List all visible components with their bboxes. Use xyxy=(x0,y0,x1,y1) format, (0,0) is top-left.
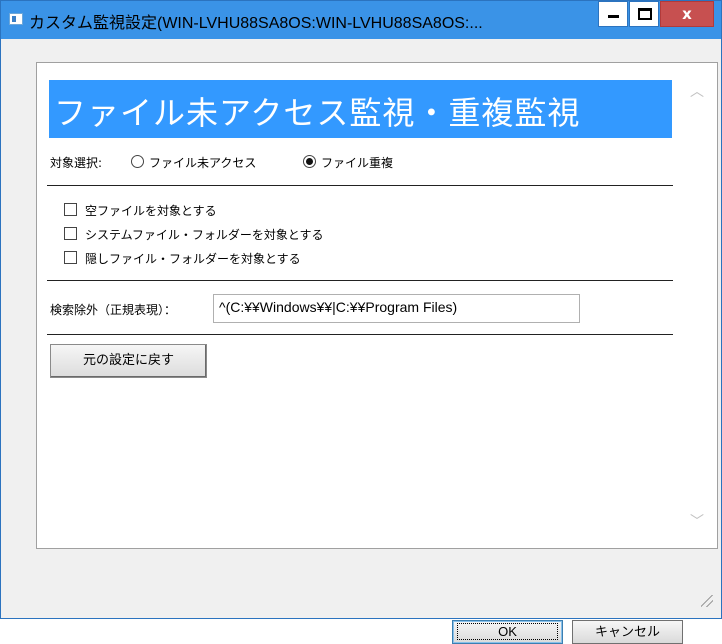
divider xyxy=(47,185,673,186)
radio-file-duplicate-label[interactable]: ファイル重複 xyxy=(321,154,393,171)
radio-file-duplicate[interactable] xyxy=(303,155,316,168)
header-banner: ファイル未アクセス監視・重複監視 xyxy=(49,80,672,138)
header-title: ファイル未アクセス監視・重複監視 xyxy=(54,94,581,132)
settings-panel: ファイル未アクセス監視・重複監視 ︿ ﹀ 対象選択: ファイル未アクセス ファイ… xyxy=(36,62,718,549)
divider xyxy=(47,334,673,335)
scroll-up-icon[interactable]: ︿ xyxy=(687,81,707,101)
checkbox-system-files-label[interactable]: システムファイル・フォルダーを対象とする xyxy=(85,226,324,243)
checkbox-system-files[interactable] xyxy=(64,227,77,240)
radio-file-unaccessed[interactable] xyxy=(131,155,144,168)
exclusion-label: 検索除外（正規表現）： xyxy=(50,303,177,317)
target-selection-label: 対象選択: xyxy=(50,156,103,170)
checkbox-hidden-files[interactable] xyxy=(64,251,77,264)
title-bar[interactable]: カスタム監視設定(WIN-LVHU88SA8OS:WIN-LVHU88SA8OS… xyxy=(1,1,721,39)
ok-button[interactable]: OK xyxy=(452,620,563,644)
checkbox-empty-files-label[interactable]: 空ファイルを対象とする xyxy=(85,202,217,219)
exclusion-regex-input[interactable]: ^(C:¥¥Windows¥¥|C:¥¥Program Files) xyxy=(213,294,580,323)
close-button[interactable]: x xyxy=(660,1,714,27)
divider xyxy=(47,280,673,281)
resize-grip-icon[interactable] xyxy=(701,595,713,607)
dialog-client-area: ファイル未アクセス監視・重複監視 ︿ ﹀ 対象選択: ファイル未アクセス ファイ… xyxy=(7,39,718,644)
checkbox-hidden-files-label[interactable]: 隠しファイル・フォルダーを対象とする xyxy=(85,250,301,267)
maximize-button[interactable] xyxy=(629,1,659,27)
app-window-icon xyxy=(9,13,23,25)
scroll-down-icon[interactable]: ﹀ xyxy=(687,511,707,531)
ok-button-label: OK xyxy=(457,623,558,640)
reset-to-default-button[interactable]: 元の設定に戻す xyxy=(50,344,207,378)
minimize-button[interactable] xyxy=(598,1,628,27)
cancel-button[interactable]: キャンセル xyxy=(572,620,683,644)
dialog-window: カスタム監視設定(WIN-LVHU88SA8OS:WIN-LVHU88SA8OS… xyxy=(0,0,722,644)
checkbox-empty-files[interactable] xyxy=(64,203,77,216)
window-title: カスタム監視設定(WIN-LVHU88SA8OS:WIN-LVHU88SA8OS… xyxy=(29,15,483,31)
radio-file-unaccessed-label[interactable]: ファイル未アクセス xyxy=(149,154,256,171)
close-icon: x xyxy=(682,5,692,23)
